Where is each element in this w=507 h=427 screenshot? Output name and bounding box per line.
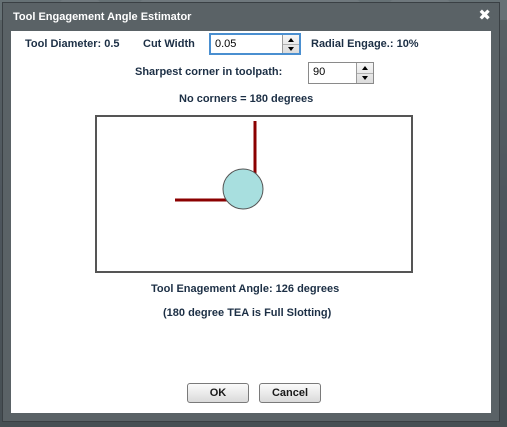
triangle-down-icon[interactable] (283, 44, 299, 53)
full-slotting-note: (180 degree TEA is Full Slotting) (163, 307, 332, 319)
engagement-diagram (95, 115, 413, 273)
cut-width-stepper[interactable] (209, 33, 301, 55)
tool-circle (222, 168, 264, 210)
cut-width-spin-buttons (282, 35, 299, 53)
close-icon[interactable]: ✖ (478, 8, 491, 24)
radial-engage-label: Radial Engage.: 10% (311, 38, 419, 50)
sharpest-corner-label: Sharpest corner in toolpath: (135, 66, 283, 78)
dialog-content: Tool Diameter: 0.5 Cut Width Radial Enga… (11, 31, 491, 413)
sharpest-corner-input[interactable] (309, 63, 357, 81)
no-corners-note: No corners = 180 degrees (179, 93, 314, 105)
triangle-down-icon[interactable] (357, 73, 373, 83)
dialog-title: Tool Engagement Angle Estimator (13, 11, 192, 23)
tool-diameter-label: Tool Diameter: 0.5 (25, 38, 120, 50)
cancel-button[interactable]: Cancel (259, 383, 321, 403)
tea-estimator-dialog: Tool Engagement Angle Estimator ✖ Tool D… (2, 2, 500, 422)
diagram-svg (175, 121, 264, 210)
sharpest-corner-stepper[interactable] (308, 62, 374, 84)
cut-width-label: Cut Width (143, 38, 195, 50)
cut-width-input[interactable] (211, 35, 283, 53)
ok-button[interactable]: OK (187, 383, 249, 403)
dialog-titlebar[interactable]: Tool Engagement Angle Estimator ✖ (3, 3, 499, 31)
tea-result: Tool Enagement Angle: 126 degrees (151, 283, 340, 295)
sharpest-corner-spin-buttons (356, 63, 373, 83)
